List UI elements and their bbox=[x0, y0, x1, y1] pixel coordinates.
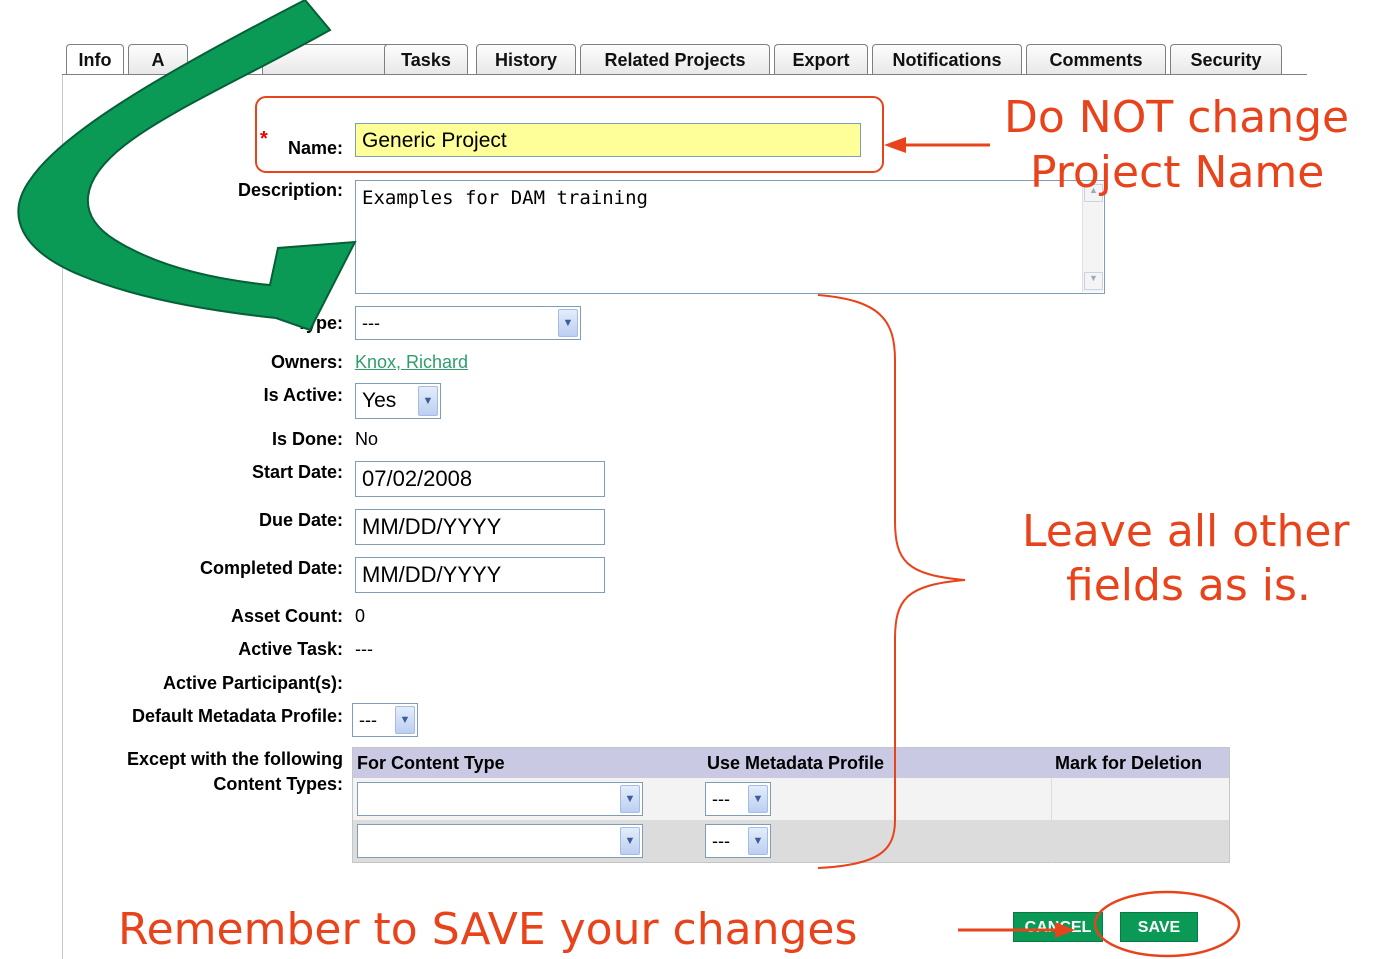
arrow-left-icon bbox=[884, 137, 906, 153]
annotation-name-line2: Project Name bbox=[1030, 147, 1325, 198]
annotation-save-note: Remember to SAVE your changes bbox=[118, 904, 858, 955]
annotation-fields-line2: fields as is. bbox=[1066, 560, 1311, 611]
save-highlight-ellipse bbox=[1093, 890, 1241, 958]
annotation-name-line1: Do NOT change bbox=[1004, 92, 1350, 143]
green-curved-arrow-icon bbox=[17, 0, 357, 332]
annotation-overlay bbox=[17, 0, 1241, 958]
name-highlight-box bbox=[255, 96, 884, 173]
annotation-fields-line1: Leave all other bbox=[1022, 506, 1350, 557]
curly-brace-icon bbox=[817, 294, 966, 869]
arrow-right-icon bbox=[1055, 922, 1075, 938]
